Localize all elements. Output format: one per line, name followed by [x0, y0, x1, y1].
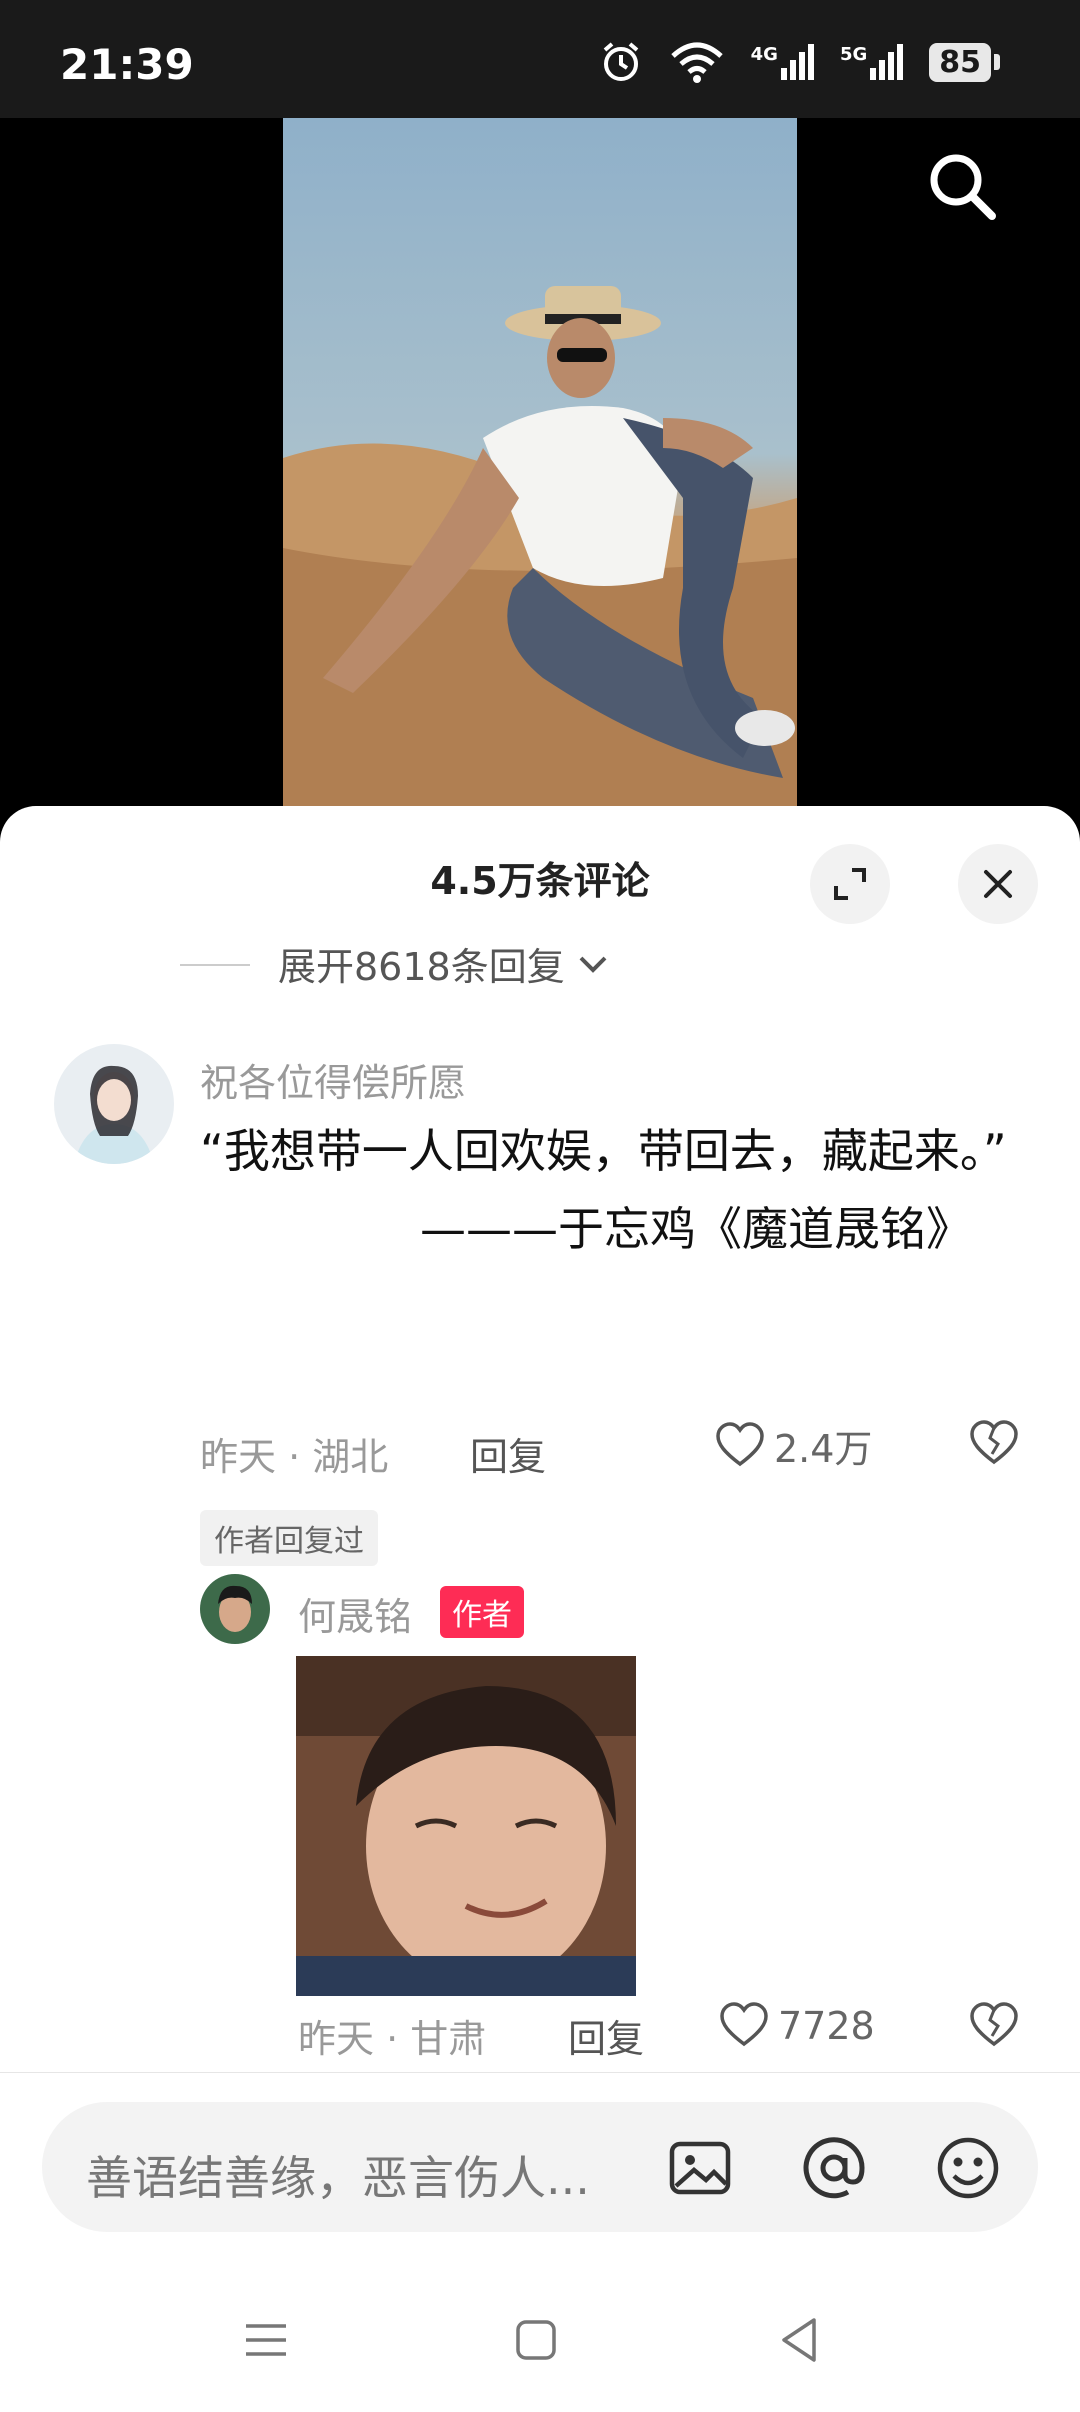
heart-icon — [716, 1421, 764, 1466]
expand-replies-label: 展开8618条回复 — [278, 945, 565, 989]
comment-date-location: 昨天 · 湖北 — [200, 1435, 389, 1479]
reply-username[interactable]: 何晟铭 — [298, 1586, 412, 1641]
search-icon[interactable] — [924, 148, 1000, 224]
comments-title: 4.5万条评论 — [430, 859, 650, 903]
reply-like-button[interactable]: 7728 — [718, 2000, 875, 2052]
close-icon — [984, 870, 1012, 898]
video-player[interactable] — [0, 118, 1080, 818]
reply-date-location: 昨天 · 甘肃 — [298, 2017, 487, 2061]
comments-sheet: 4.5万条评论 展开8618条回复 祝各位得偿所愿 “我想带一人回欢娱，带回去，… — [0, 806, 1080, 2412]
status-time: 21:39 — [60, 40, 194, 89]
reply-avatar[interactable] — [200, 1574, 270, 1644]
signal-4g-icon: 4G — [751, 44, 814, 80]
comment-input[interactable]: 善语结善缘，恶言伤人... — [42, 2102, 1038, 2232]
expand-divider — [180, 964, 250, 966]
author-badge: 作者 — [440, 1586, 524, 1638]
comment-like-count: 2.4万 — [774, 1427, 873, 1471]
comment-text: “我想带一人回欢娱，带回去，藏起来。” ———于忘鸡《魔道晟铭》 — [200, 1112, 1020, 1268]
network-5g-label: 5G — [839, 44, 868, 65]
menu-icon[interactable] — [236, 2310, 296, 2370]
expand-icon — [834, 868, 866, 900]
comment-reply-button[interactable]: 回复 — [470, 1426, 546, 1481]
home-icon[interactable] — [506, 2310, 566, 2370]
broken-heart-icon — [970, 1420, 1018, 1465]
broken-heart-icon — [970, 2002, 1018, 2047]
heart-icon — [720, 2002, 768, 2047]
alarm-icon — [603, 42, 638, 81]
video-scene-image — [283, 286, 797, 818]
comment-text-line2: ———于忘鸡《魔道晟铭》 — [420, 1202, 972, 1256]
battery-level: 85 — [929, 42, 991, 82]
author-replied-tag: 作者回复过 — [200, 1510, 378, 1566]
back-icon[interactable] — [770, 2310, 830, 2370]
chevron-down-icon — [579, 956, 607, 973]
video-frame[interactable] — [283, 118, 797, 818]
wifi-icon — [670, 42, 723, 83]
comment-like-button[interactable]: 2.4万 — [714, 1418, 872, 1473]
battery-icon: 85 — [929, 42, 1000, 82]
status-bar: 21:39 4G 5G 85 — [0, 0, 1080, 118]
comment-meta: 昨天 · 湖北 回复 2.4万 — [200, 1418, 1020, 1481]
status-icons: 4G 5G 85 — [599, 40, 1000, 84]
reply-sticker-image[interactable] — [296, 1656, 636, 1996]
network-4g-label: 4G — [750, 44, 778, 65]
emoji-icon[interactable] — [932, 2132, 1004, 2204]
expand-replies-link[interactable]: 展开8618条回复 — [278, 936, 611, 991]
at-icon[interactable] — [798, 2132, 870, 2204]
signal-5g-icon: 5G — [839, 44, 904, 80]
reply-like-count: 7728 — [778, 2004, 875, 2048]
commenter-avatar[interactable] — [54, 1044, 174, 1164]
reply-reply-button[interactable]: 回复 — [568, 2008, 644, 2063]
system-navbar — [0, 2266, 1080, 2412]
expand-button[interactable] — [810, 844, 890, 924]
comment-text-line1: “我想带一人回欢娱，带回去，藏起来。” — [200, 1124, 1007, 1178]
comment-dislike-button[interactable] — [968, 1418, 1020, 1479]
close-button[interactable] — [958, 844, 1038, 924]
reply-dislike-button[interactable] — [968, 2000, 1020, 2061]
reply-meta: 昨天 · 甘肃 回复 7728 — [298, 2000, 1020, 2063]
comment-input-placeholder: 善语结善缘，恶言伤人... — [86, 2151, 590, 2205]
comment-username[interactable]: 祝各位得偿所愿 — [200, 1052, 466, 1107]
image-icon[interactable] — [664, 2132, 736, 2204]
input-divider — [0, 2072, 1080, 2073]
